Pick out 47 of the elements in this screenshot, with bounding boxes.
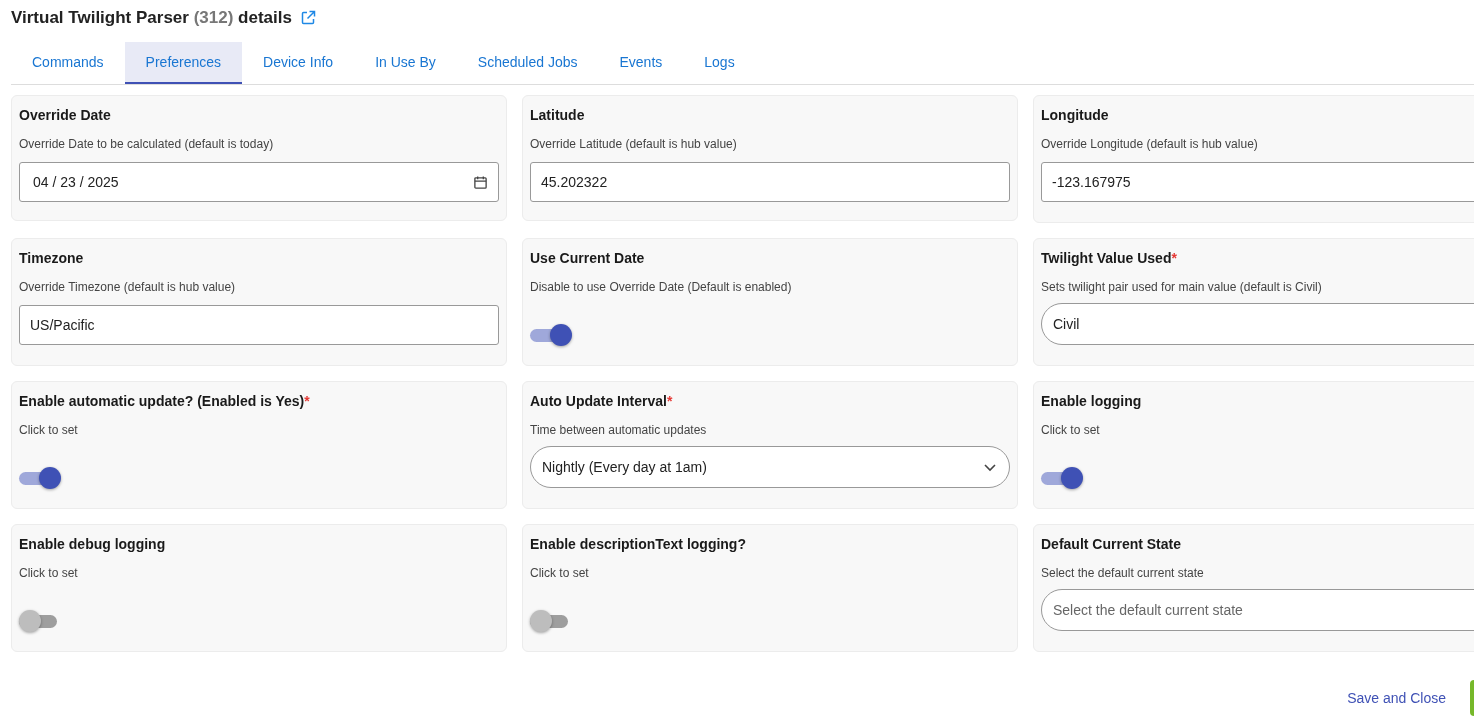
text-input-field[interactable]: 45.202322 [530,162,1010,202]
text-input-field[interactable]: -123.167975 [1041,162,1474,202]
preference-title: Twilight Value Used* [1041,249,1177,267]
date-input-field[interactable]: 04 / 23 / 2025 [19,162,499,202]
preference-title: Auto Update Interval* [530,392,673,410]
calendar-icon[interactable] [473,174,488,190]
save-and-close-link[interactable]: Save and Close [1343,686,1450,710]
external-link-icon[interactable] [299,10,316,26]
preference-title: Enable automatic update? (Enabled is Yes)* [19,392,310,410]
dropdown-field[interactable]: Select the default current state [1041,589,1474,631]
preference-title: Enable logging [1041,392,1142,410]
preference-description: Override Longitude (default is hub value) [1041,137,1258,151]
tab[interactable]: Logs [683,42,756,84]
tab[interactable]: In Use By [354,42,457,84]
page-title: Virtual Twilight Parser (312) details [11,8,292,28]
preference-description: Override Timezone (default is hub value) [19,280,236,294]
preference-description: Override Latitude (default is hub value) [530,137,737,151]
preference-title: Enable debug logging [19,535,166,553]
preference-description: Click to set [1041,423,1100,437]
dropdown-field[interactable]: Nightly (Every day at 1am) [530,446,1010,488]
tab[interactable]: Preferences [124,42,243,84]
preference-title: Default Current State [1041,535,1182,553]
toggle-switch[interactable] [1041,467,1081,489]
toggle-switch[interactable] [530,610,570,632]
preference-title: Longitude [1041,106,1109,124]
preference-description: Sets twilight pair used for main value (default is Civil) [1041,280,1322,294]
tab[interactable]: Scheduled Jobs [456,42,599,84]
preference-description: Click to set [19,423,78,437]
text-input-field[interactable]: US/Pacific [19,305,499,345]
tab[interactable]: Events [598,42,684,84]
preference-description: Override Date to be calculated (default is today) [19,137,274,151]
preference-description: Time between automatic updates [530,423,707,437]
preference-title: Timezone [19,249,84,267]
tab[interactable]: Commands [11,42,125,84]
toggle-switch[interactable] [530,324,570,346]
preference-description: Click to set [530,566,589,580]
tab[interactable]: Device Info [242,42,355,84]
preference-title: Use Current Date [530,249,645,267]
toggle-switch[interactable] [19,467,59,489]
preference-description: Click to set [19,566,78,580]
preference-title: Override Date [19,106,111,124]
preference-title: Latitude [530,106,585,124]
preference-description: Disable to use Override Date (Default is enabled) [530,280,792,294]
toggle-switch[interactable] [19,610,59,632]
preference-title: Enable descriptionText logging? [530,535,746,553]
preference-description: Select the default current state [1041,566,1204,580]
dropdown-field[interactable]: Civil [1041,303,1474,345]
